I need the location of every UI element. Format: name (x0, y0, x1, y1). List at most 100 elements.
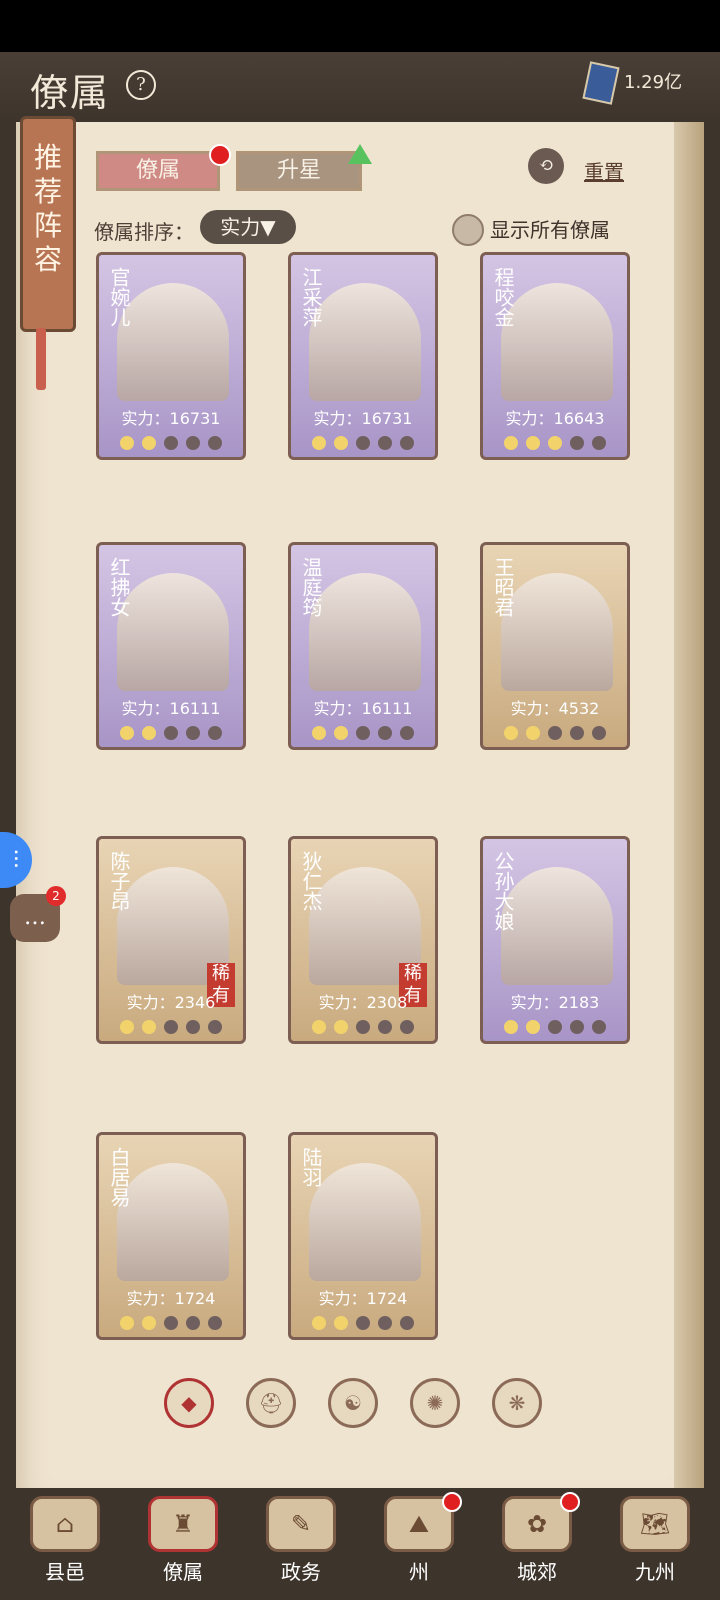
status-bar (0, 0, 720, 52)
moon-icon (142, 1020, 156, 1034)
retainer-card-2[interactable]: 程咬金 实力：16643 (480, 252, 630, 460)
pager-fan-icon[interactable]: ✺ (410, 1378, 460, 1428)
moon-icon (400, 436, 414, 450)
portrait (309, 573, 421, 691)
moon-icon (120, 436, 134, 450)
map-scroll-icon: 🗺 (620, 1496, 690, 1552)
nav-prefecture[interactable]: ⛰ 州 (364, 1488, 474, 1600)
moon-icon (356, 436, 370, 450)
nav-label: 九州 (635, 1560, 675, 1584)
nav-affairs[interactable]: ✎ 政务 (246, 1488, 356, 1600)
chat-badge: 2 (46, 886, 66, 906)
moon-icon (378, 1316, 392, 1330)
card-name: 王昭君 (491, 557, 515, 617)
tab-retainers[interactable]: 僚属 (96, 144, 231, 191)
sort-dropdown[interactable]: 实力▼ (200, 210, 296, 244)
pager-helmet-icon[interactable]: ⛑ (246, 1378, 296, 1428)
nav-label: 城郊 (517, 1560, 557, 1584)
moon-icon (208, 1020, 222, 1034)
moon-icon (142, 726, 156, 740)
reset-icon[interactable]: ⟲ (528, 148, 564, 184)
card-power: 实力：2308 (318, 993, 408, 1012)
retainer-card-3[interactable]: 红拂女 实力：16111 (96, 542, 246, 750)
moon-icon (548, 436, 562, 450)
portrait (501, 573, 613, 691)
retainer-card-8[interactable]: 公孙大娘 实力：2183 (480, 836, 630, 1044)
moon-icon (526, 1020, 540, 1034)
moon-icon (548, 726, 562, 740)
moon-icon (120, 1316, 134, 1330)
card-grid: 官婉儿 实力：16731 江采萍 实力：16731 程咬金 实力：16643 红… (96, 252, 636, 1402)
moon-icon (120, 726, 134, 740)
moon-icon (164, 1316, 178, 1330)
nav-nine-provinces[interactable]: 🗺 九州 (600, 1488, 710, 1600)
tab-upgrade-star-label: 升星 (276, 158, 321, 183)
show-all-label: 显示所有僚属 (490, 218, 610, 242)
moon-icon (208, 726, 222, 740)
retainer-card-5[interactable]: 王昭君 实力：4532 (480, 542, 630, 750)
card-power: 实力：16111 (313, 699, 413, 718)
portrait (117, 1163, 229, 1281)
moon-icon (142, 436, 156, 450)
moon-icon (570, 436, 584, 450)
book-edge (674, 72, 704, 1512)
moon-icon (400, 1316, 414, 1330)
retainer-card-1[interactable]: 江采萍 实力：16731 (288, 252, 438, 460)
pager-beast-icon[interactable]: ❋ (492, 1378, 542, 1428)
portrait (309, 283, 421, 401)
card-name: 陆羽 (299, 1147, 323, 1187)
card-stars (291, 1019, 435, 1037)
card-name: 陈子昂 (107, 851, 131, 911)
card-power: 实力：16731 (313, 409, 413, 428)
recommended-lineup-banner[interactable]: 推荐阵容 (20, 116, 76, 332)
moon-icon (164, 436, 178, 450)
card-power: 实力：1724 (318, 1289, 408, 1308)
card-power: 实力：4532 (510, 699, 600, 718)
moon-icon (142, 1316, 156, 1330)
retainer-card-0[interactable]: 官婉儿 实力：16731 (96, 252, 246, 460)
moon-icon (504, 1020, 518, 1034)
portrait (309, 1163, 421, 1281)
portrait (117, 283, 229, 401)
moon-icon (186, 1020, 200, 1034)
card-name: 江采萍 (299, 267, 323, 327)
moon-icon (378, 436, 392, 450)
moon-icon (504, 436, 518, 450)
card-stars (99, 1315, 243, 1333)
moon-icon (356, 1316, 370, 1330)
pager-gourd-icon[interactable]: ☯ (328, 1378, 378, 1428)
upgrade-arrow-icon (348, 144, 372, 164)
currency-book-icon (582, 61, 620, 105)
bottom-navigation: ⌂ 县邑 ♜ 僚属 ✎ 政务 ⛰ 州 ✿ 城郊 🗺 九州 (0, 1488, 720, 1600)
nav-suburbs[interactable]: ✿ 城郊 (482, 1488, 592, 1600)
show-all-toggle[interactable] (452, 214, 484, 246)
portrait (117, 573, 229, 691)
pager-diamond-icon[interactable]: ◆ (164, 1378, 214, 1428)
moon-icon (570, 726, 584, 740)
tab-retainers-label: 僚属 (135, 158, 180, 183)
retainer-card-4[interactable]: 温庭筠 实力：16111 (288, 542, 438, 750)
tab-upgrade-star[interactable]: 升星 (236, 151, 362, 191)
reset-button[interactable]: 重置 (584, 156, 624, 185)
card-name: 温庭筠 (299, 557, 323, 617)
moon-icon (334, 436, 348, 450)
nav-retainers[interactable]: ♜ 僚属 (128, 1488, 238, 1600)
moon-icon (570, 1020, 584, 1034)
retainer-card-10[interactable]: 陆羽 实力：1724 (288, 1132, 438, 1340)
moon-icon (356, 1020, 370, 1034)
card-power: 实力：16643 (505, 409, 605, 428)
help-icon[interactable]: ? (126, 70, 156, 100)
retainer-card-6[interactable]: 陈子昂 稀有 实力：2346 (96, 836, 246, 1044)
nav-badge (560, 1492, 580, 1512)
nav-label: 县邑 (45, 1560, 85, 1584)
affairs-icon: ✎ (266, 1496, 336, 1552)
game-screen: 僚属 ? 1.29亿 推荐阵容 僚属 升星 ⟲ 重置 僚属排序： 实力▼ 显示所… (0, 52, 720, 1600)
card-name: 白居易 (107, 1147, 131, 1207)
nav-county[interactable]: ⌂ 县邑 (10, 1488, 120, 1600)
retainer-card-7[interactable]: 狄仁杰 稀有 实力：2308 (288, 836, 438, 1044)
banner-tassel (36, 328, 46, 390)
card-name: 公孙大娘 (491, 851, 515, 931)
moon-icon (592, 1020, 606, 1034)
retainer-card-9[interactable]: 白居易 实力：1724 (96, 1132, 246, 1340)
card-stars (99, 435, 243, 453)
